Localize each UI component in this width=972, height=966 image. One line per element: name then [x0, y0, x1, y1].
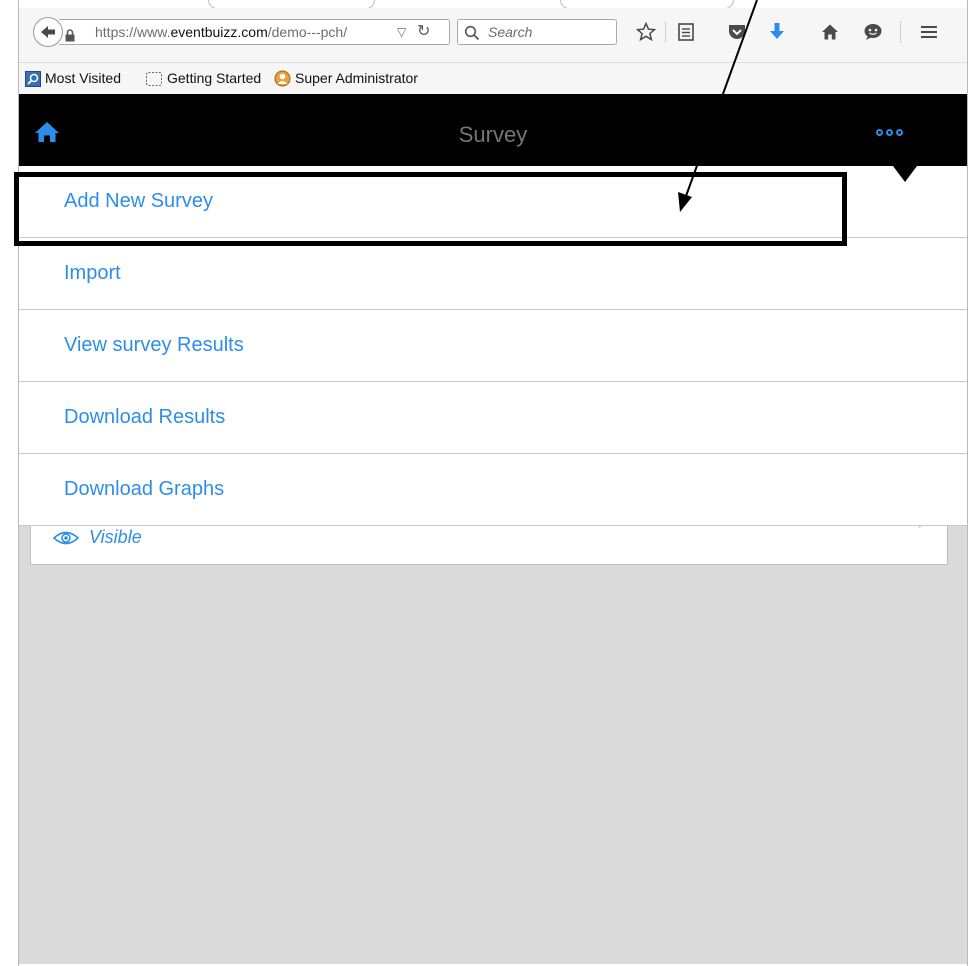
- bookmarks-menu-icon[interactable]: [674, 21, 698, 43]
- menu-item-download-results[interactable]: Download Results: [19, 382, 967, 454]
- url-history-dropdown-icon[interactable]: ▽: [397, 20, 406, 44]
- url-path: /demo---pch/: [267, 24, 348, 40]
- more-options-button[interactable]: [876, 124, 916, 140]
- visibility-label: Visible: [89, 527, 142, 547]
- more-dot-icon: [876, 128, 883, 136]
- toolbar-separator: [665, 21, 666, 43]
- toolbar-separator: [900, 21, 901, 43]
- bookmark-getting-started[interactable]: Getting Started: [145, 63, 261, 94]
- home-page-icon[interactable]: [818, 21, 842, 43]
- hamburger-menu-icon[interactable]: [917, 21, 941, 43]
- lock-icon: [65, 25, 75, 44]
- menu-item-import[interactable]: Import: [19, 238, 967, 310]
- bookmark-label: Most Visited: [45, 70, 121, 86]
- folder-outline-icon: [146, 71, 162, 86]
- bookmark-star-icon[interactable]: [634, 21, 658, 43]
- search-bar[interactable]: Search: [457, 19, 617, 45]
- bookmark-most-visited[interactable]: Most Visited: [25, 63, 121, 94]
- more-dot-icon: [886, 128, 893, 136]
- menu-item-view-survey-results[interactable]: View survey Results: [19, 310, 967, 382]
- menu-caret-pointer: [893, 166, 917, 182]
- back-arrow-icon: [41, 26, 55, 38]
- menu-item-download-graphs[interactable]: Download Graphs: [19, 454, 967, 526]
- more-dot-icon: [896, 128, 903, 136]
- search-icon: [464, 24, 480, 48]
- annotation-highlight-box: [14, 172, 847, 246]
- bookmarks-toolbar: Most Visited Getting Started Super Admin…: [19, 63, 967, 94]
- most-visited-icon: [25, 70, 41, 87]
- url-text: https://www.eventbuizz.com/demo---pch/: [95, 20, 391, 44]
- hello-chat-icon[interactable]: [861, 21, 885, 43]
- visibility-status: Visible: [53, 527, 142, 548]
- page-title: Survey: [458, 122, 528, 147]
- pocket-icon[interactable]: [725, 21, 749, 43]
- bookmark-label: Super Administrator: [295, 70, 418, 86]
- search-placeholder: Search: [488, 24, 533, 40]
- url-bar[interactable]: https://www.eventbuizz.com/demo---pch/ ▽…: [59, 19, 450, 45]
- admin-badge-icon: [274, 70, 291, 87]
- bookmark-label: Getting Started: [167, 70, 262, 86]
- app-header: Survey: [19, 94, 967, 166]
- download-icon[interactable]: [765, 21, 789, 43]
- eye-icon: [53, 531, 79, 544]
- reload-icon[interactable]: ↻: [417, 20, 430, 44]
- url-domain: eventbuizz.com: [170, 24, 268, 40]
- url-prefix: https://www.: [95, 24, 171, 40]
- bookmark-super-administrator[interactable]: Super Administrator: [274, 63, 418, 94]
- back-button[interactable]: [33, 17, 63, 47]
